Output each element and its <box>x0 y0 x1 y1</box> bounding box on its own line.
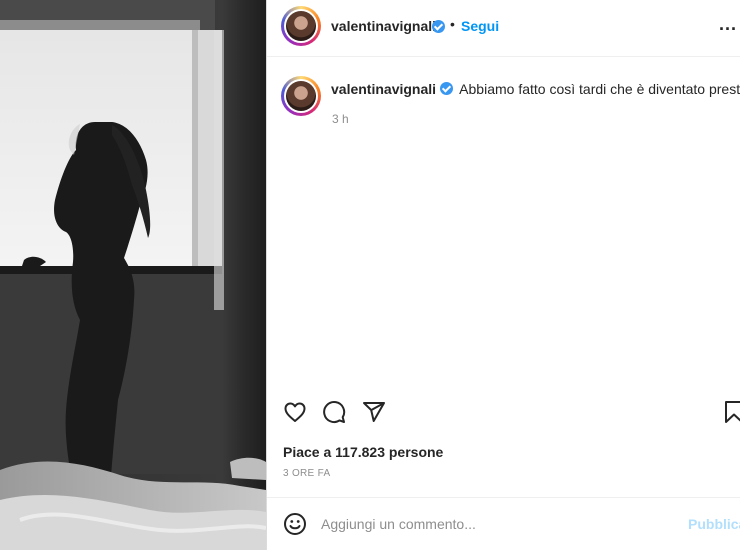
more-options-button[interactable]: ... <box>719 14 737 35</box>
caption-text: Abbiamo fatto così tardi che è diventato… <box>459 81 740 97</box>
smiley-icon[interactable] <box>283 512 307 541</box>
avatar-ring-inner <box>284 9 318 43</box>
bookmark-icon[interactable] <box>722 400 740 429</box>
comment-icon[interactable] <box>322 400 346 429</box>
avatar-ring-inner <box>284 79 318 113</box>
post-date[interactable]: 3 ORE FA <box>283 468 330 479</box>
separator-dot: • <box>450 16 455 32</box>
publish-button[interactable]: Pubblica <box>688 516 740 532</box>
author-avatar[interactable] <box>281 6 321 46</box>
comment-input[interactable] <box>321 512 661 536</box>
comment-bar: Pubblica <box>267 497 740 550</box>
post-caption: valentinavignali Abbiamo fatto così tard… <box>331 81 740 97</box>
post-header: valentinavignali • Segui ... <box>267 0 740 57</box>
send-icon[interactable] <box>362 400 386 429</box>
post-actions <box>267 396 740 432</box>
caption-timestamp[interactable]: 3 h <box>332 112 349 126</box>
heart-icon[interactable] <box>283 400 307 429</box>
author-username[interactable]: valentinavignali <box>331 18 436 34</box>
verified-badge-icon <box>432 20 445 33</box>
likes-count[interactable]: Piace a 117.823 persone <box>283 444 443 460</box>
post-photo-illustration <box>0 0 266 550</box>
verified-badge-icon <box>440 82 454 95</box>
caption-username[interactable]: valentinavignali <box>331 81 436 97</box>
follow-button[interactable]: Segui <box>461 18 499 34</box>
post-panel: valentinavignali • Segui ... valentinavi… <box>266 0 740 550</box>
avatar-photo <box>286 11 316 41</box>
caption-author-avatar[interactable] <box>281 76 321 116</box>
post-image[interactable] <box>0 0 266 550</box>
avatar-photo <box>286 81 316 111</box>
